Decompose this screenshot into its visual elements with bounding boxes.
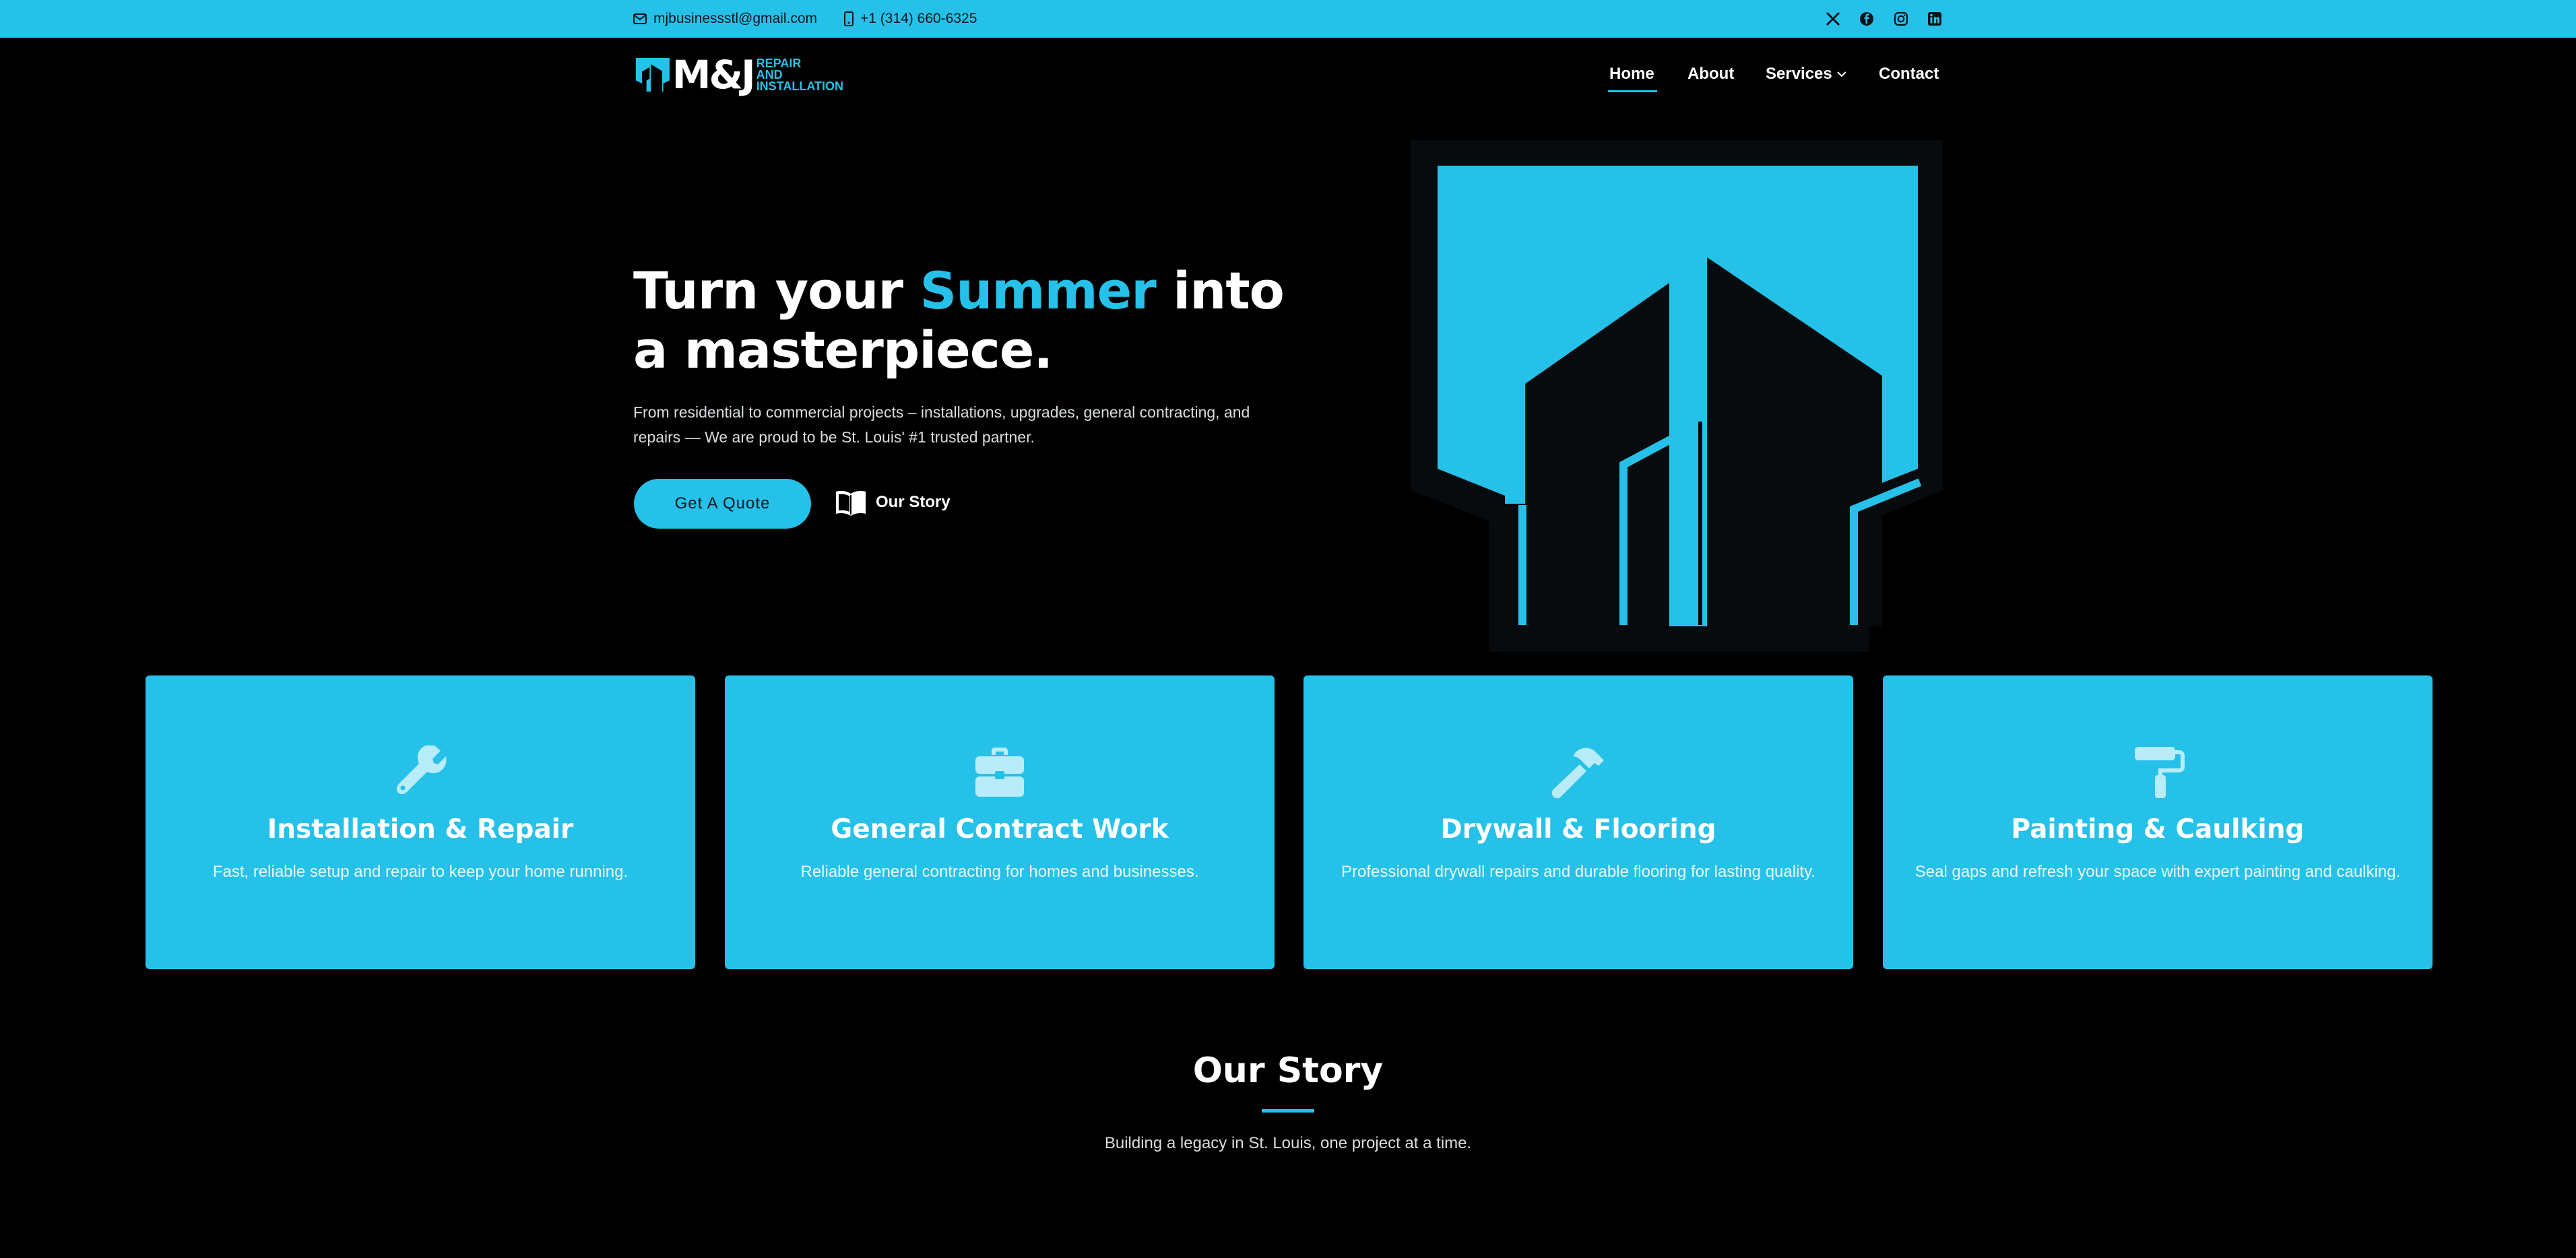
service-title: General Contract Work (831, 814, 1169, 845)
mail-icon (633, 13, 647, 24)
briefcase-icon (975, 748, 1024, 797)
paint-roller-icon (2135, 747, 2185, 798)
email-text: mjbusinessstl@gmail.com (653, 11, 818, 26)
brand-logo[interactable]: M&J REPAIR AND INSTALLATION (635, 54, 843, 96)
brand-line-2: AND (756, 67, 783, 81)
top-bar: mjbusinessstl@gmail.com +1 (314) 660-632… (0, 0, 2576, 38)
service-card-painting[interactable]: Painting & Caulking Seal gaps and refres… (1883, 675, 2433, 969)
nav-active-indicator (1608, 90, 1657, 92)
our-story-subtitle: Building a legacy in St. Louis, one proj… (1104, 1134, 1472, 1152)
service-title: Painting & Caulking (2011, 814, 2305, 845)
hero-title-accent: Summer (920, 261, 1156, 321)
nav-about[interactable]: About (1687, 64, 1734, 84)
service-card-drywall[interactable]: Drywall & Flooring Professional drywall … (1303, 675, 1853, 969)
service-card-installation[interactable]: Installation & Repair Fast, reliable set… (146, 675, 695, 969)
facebook-icon (1860, 12, 1873, 26)
service-description: Professional drywall repairs and durable… (1341, 863, 1815, 881)
hero-title: Turn your Summer into a masterpiece. (633, 261, 1307, 380)
service-title: Installation & Repair (267, 814, 574, 845)
get-quote-button[interactable]: Get A Quote (634, 479, 811, 529)
service-description: Seal gaps and refresh your space with ex… (1914, 863, 2401, 881)
phone-link[interactable]: +1 (314) 660-6325 (844, 0, 977, 38)
our-story-button[interactable]: Our Story (834, 486, 951, 519)
our-story-heading: Our Story (1192, 1051, 1384, 1091)
brand-line-3: INSTALLATION (756, 79, 843, 93)
heading-underline (1262, 1109, 1314, 1113)
nav-contact[interactable]: Contact (1879, 64, 1939, 84)
instagram-icon (1894, 11, 1908, 26)
service-description: Reliable general contracting for homes a… (800, 863, 1199, 881)
wrench-icon (396, 746, 447, 795)
x-icon (1826, 11, 1840, 26)
linkedin-link[interactable] (1921, 0, 1948, 38)
service-card-general-contract[interactable]: General Contract Work Reliable general c… (725, 675, 1275, 969)
open-book-icon (836, 491, 866, 516)
service-description: Fast, reliable setup and repair to keep … (212, 863, 629, 881)
chevron-down-icon (1837, 71, 1846, 77)
service-title: Drywall & Flooring (1440, 814, 1716, 845)
building-emblem-graphic (1411, 140, 1943, 652)
phone-text: +1 (314) 660-6325 (860, 11, 977, 26)
linkedin-icon (1928, 12, 1941, 26)
facebook-link[interactable] (1853, 0, 1880, 38)
brand-tagline: REPAIR AND INSTALLATION (756, 56, 843, 93)
our-story-button-label: Our Story (876, 493, 951, 511)
brand-line-1: REPAIR (756, 56, 802, 70)
nav-home[interactable]: Home (1609, 64, 1654, 84)
email-link[interactable]: mjbusinessstl@gmail.com (633, 0, 817, 38)
building-logo-icon (635, 57, 670, 92)
hammer-icon (1551, 748, 1604, 799)
nav-services[interactable]: Services (1766, 64, 1847, 84)
phone-icon (844, 11, 854, 26)
instagram-link[interactable] (1888, 0, 1914, 38)
x-link[interactable] (1820, 0, 1846, 38)
brand-mark: M&J (672, 52, 756, 98)
hero-description: From residential to commercial projects … (633, 403, 1250, 446)
nav-services-label: Services (1766, 65, 1832, 83)
hero-title-before: Turn your (633, 261, 920, 321)
